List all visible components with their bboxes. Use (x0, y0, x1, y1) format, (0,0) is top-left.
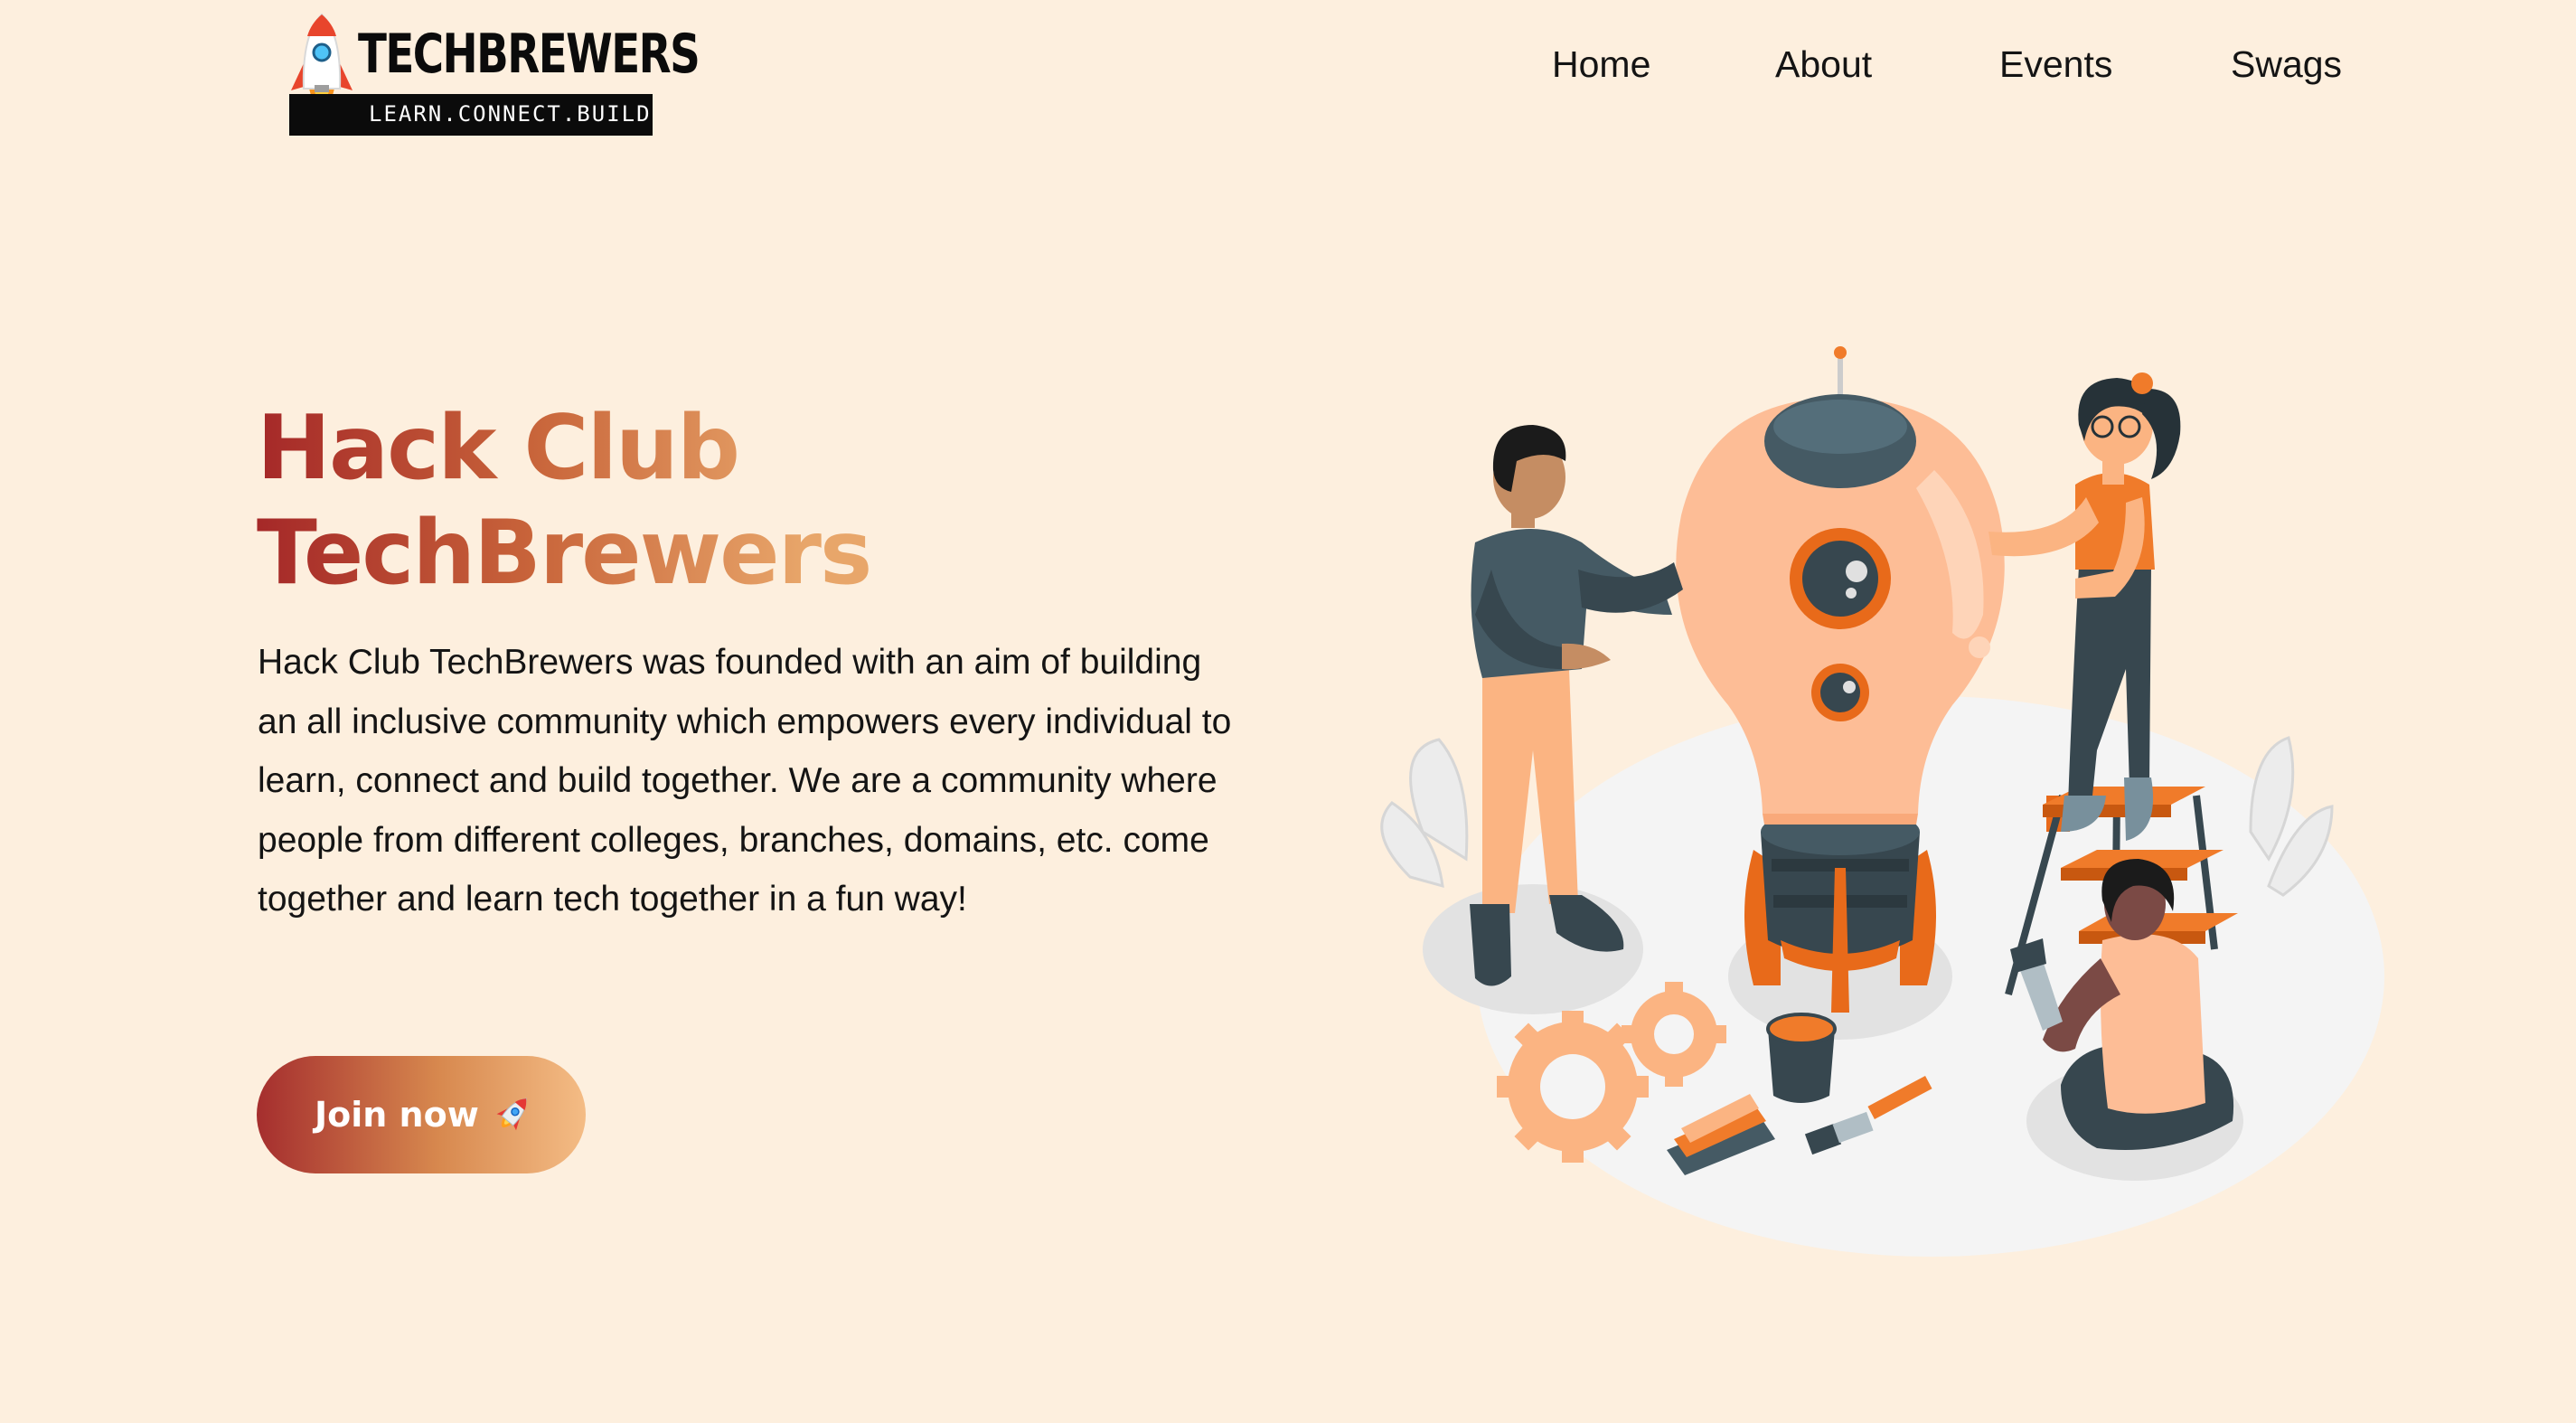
logo-title: TECHBREWERS (358, 23, 700, 86)
hero-title-word-hack: Hack (257, 397, 495, 500)
nav-link-events[interactable]: Events (1999, 43, 2112, 86)
join-now-label: Join now (315, 1095, 479, 1135)
nav-link-swags[interactable]: Swags (2231, 43, 2342, 86)
site-header: TECHBREWERS LEARN.CONNECT.BUILD Home Abo… (0, 0, 2576, 154)
nav-link-about[interactable]: About (1775, 43, 1872, 86)
nav-link-home[interactable]: Home (1552, 43, 1650, 86)
team-building-rocket-illustration (1380, 346, 2384, 1257)
plant-left-icon (1380, 738, 1469, 889)
hero-description: Hack Club TechBrewers was founded with a… (258, 643, 1232, 919)
join-now-button[interactable]: Join now (257, 1056, 586, 1173)
hero-title-word-club: Club (523, 397, 738, 500)
hero-title: Hack Club TechBrewers (257, 396, 944, 606)
hero-title-line-1: Hack Club (257, 396, 944, 501)
site-logo[interactable]: TECHBREWERS LEARN.CONNECT.BUILD (289, 13, 700, 136)
paint-bucket-icon (1766, 1013, 1837, 1103)
logo-tagline: LEARN.CONNECT.BUILD (369, 101, 652, 127)
rocket-emoji-icon (496, 1098, 527, 1131)
main-nav: Home About Events Swags (1537, 43, 2350, 98)
hero-title-line-2: TechBrewers (257, 502, 871, 605)
